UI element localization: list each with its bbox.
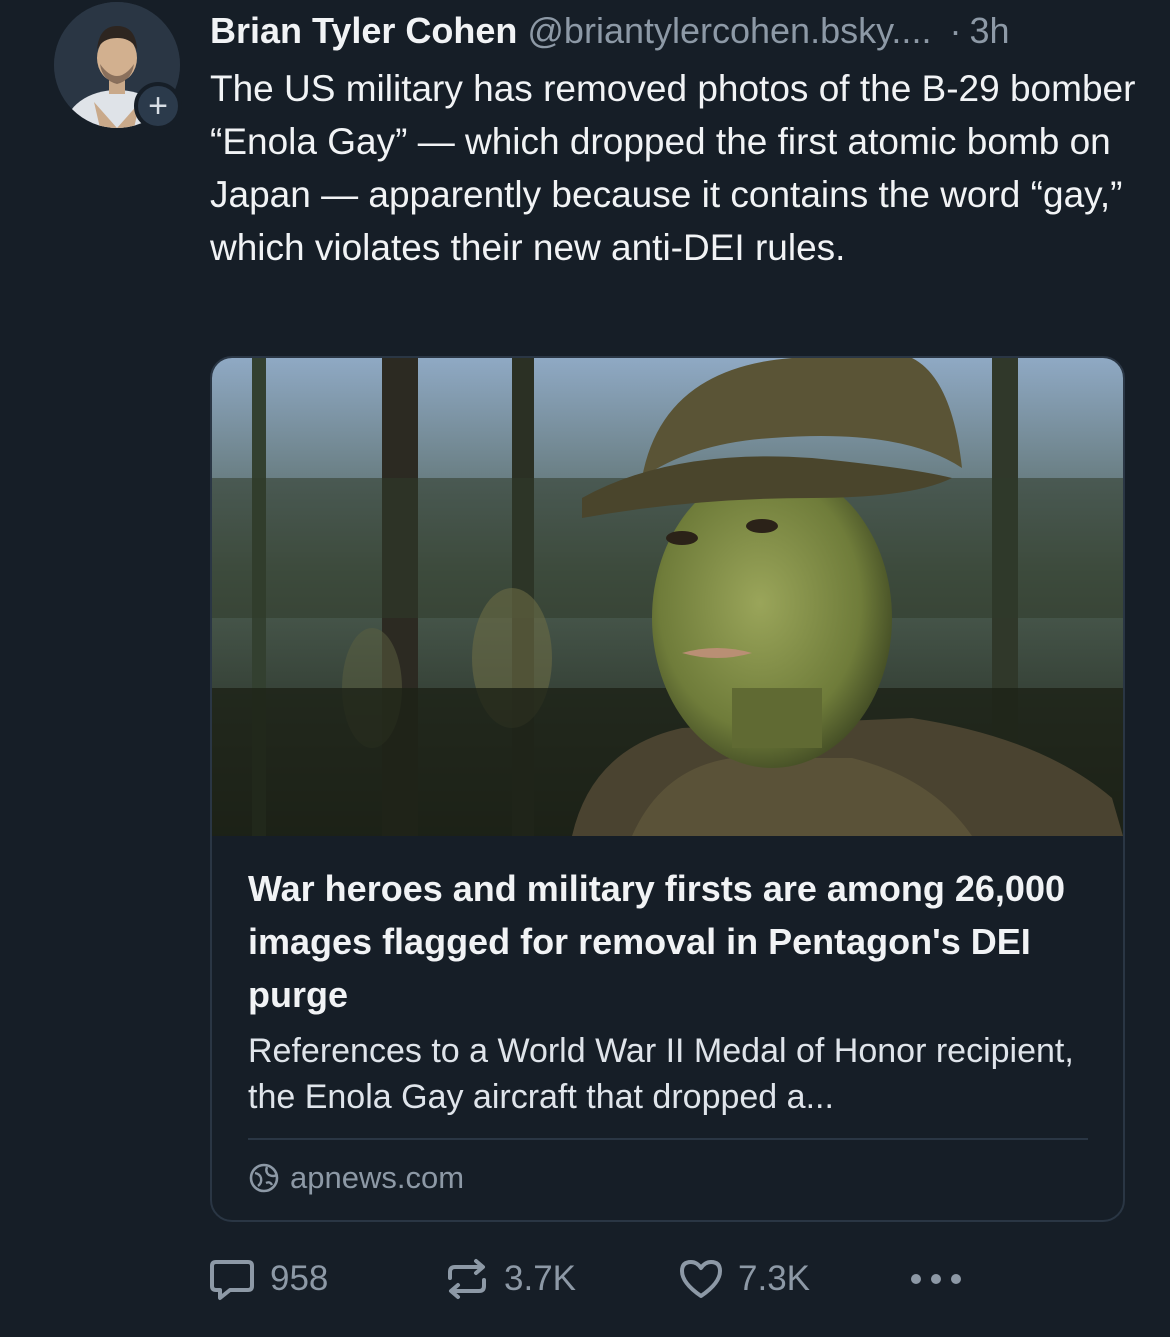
header-separator: · xyxy=(949,10,962,51)
author-handle[interactable]: @briantylercohen.bsky.... xyxy=(527,8,931,54)
author-name[interactable]: Brian Tyler Cohen xyxy=(210,8,517,54)
like-count: 7.3K xyxy=(738,1259,810,1298)
more-icon xyxy=(911,1274,961,1284)
link-card-image xyxy=(212,358,1123,836)
post-text: The US military has removed photos of th… xyxy=(210,68,1136,268)
link-card-description: References to a World War II Medal of Ho… xyxy=(248,1032,1074,1116)
repost-count: 3.7K xyxy=(504,1259,576,1298)
repost-button[interactable]: 3.7K xyxy=(444,1254,576,1304)
link-card-domain: apnews.com xyxy=(248,1158,464,1198)
reply-count: 958 xyxy=(270,1259,329,1298)
post-header: Brian Tyler Cohen @briantylercohen.bsky.… xyxy=(210,8,1130,54)
link-card-divider xyxy=(248,1138,1088,1140)
post-timestamp[interactable]: 3h xyxy=(969,8,1009,54)
follow-plus-icon[interactable]: + xyxy=(134,82,182,130)
reply-button[interactable]: 958 xyxy=(208,1254,328,1304)
link-card[interactable]: War heroes and military firsts are among… xyxy=(210,356,1125,1222)
more-options-button[interactable] xyxy=(908,1254,964,1304)
reply-icon xyxy=(210,1260,254,1300)
link-card-title: War heroes and military firsts are among… xyxy=(248,868,1065,1015)
link-card-domain-text: apnews.com xyxy=(290,1160,465,1195)
heart-icon xyxy=(680,1260,722,1298)
globe-icon xyxy=(249,1163,279,1193)
post: + Brian Tyler Cohen @briantylercohen.bsk… xyxy=(0,0,1170,1337)
soldier-photo xyxy=(212,358,1123,836)
post-actions: 958 3.7K 7.3K xyxy=(208,1254,988,1304)
like-button[interactable]: 7.3K xyxy=(678,1254,810,1304)
repost-icon xyxy=(448,1259,486,1299)
